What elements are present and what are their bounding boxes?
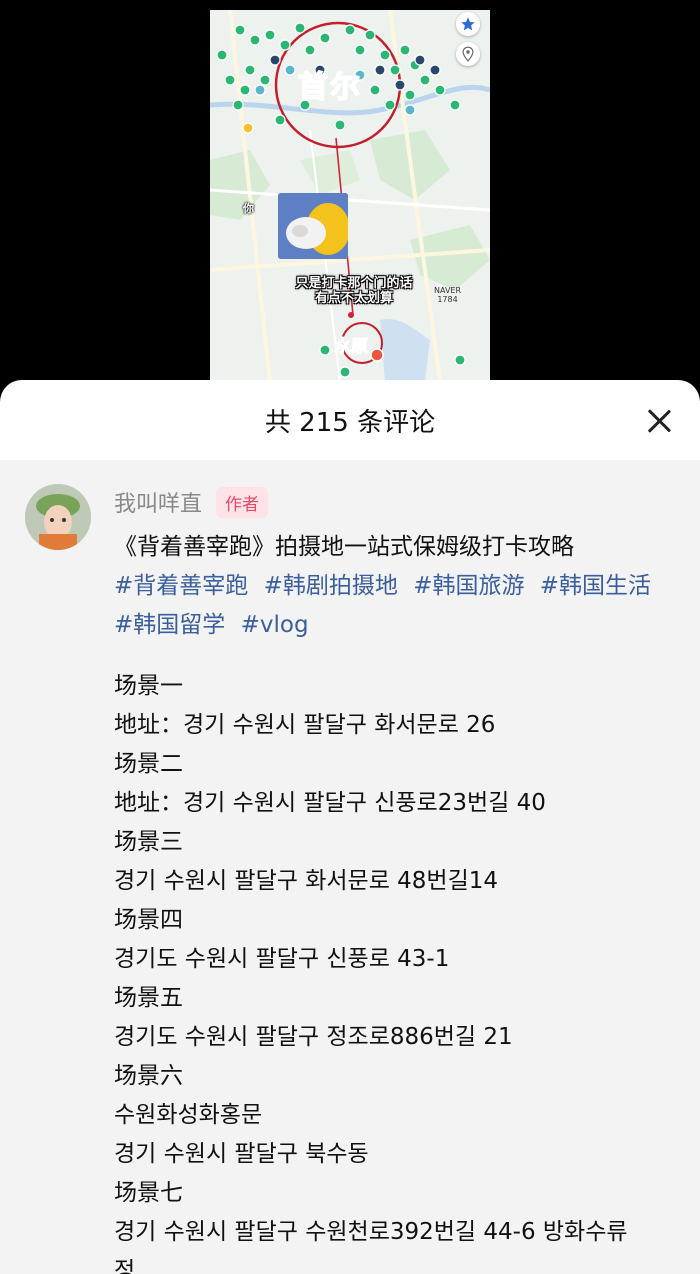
location-pin-button[interactable]: [456, 42, 480, 66]
caption-line-1: 只是打卡那个门的话: [295, 276, 413, 291]
hashtag-link[interactable]: #韩国留学: [114, 612, 225, 638]
scene-line: 수원화성화홍문: [114, 1102, 263, 1128]
scene-line: 场景五: [114, 985, 183, 1011]
close-button[interactable]: [646, 408, 672, 434]
scene-line: 地址：경기 수원시 팔달구 신풍로23번길 40: [114, 790, 546, 816]
scene-line: 경기 수원시 팔달구 북수동: [114, 1141, 369, 1167]
caption-line-2: 有点不太划算: [314, 291, 393, 306]
username[interactable]: 我叫咩直: [114, 486, 202, 518]
map-city-suwon-label: 水原: [334, 337, 369, 358]
hashtag-link[interactable]: #韩国生活: [540, 573, 651, 599]
scene-line: 场景二: [114, 751, 183, 777]
hashtag-link[interactable]: #韩国旅游: [413, 573, 524, 599]
scene-line: 场景六: [114, 1063, 183, 1089]
map-poi-label: NAVER 1784: [434, 286, 462, 304]
comment-body: 《背着善宰跑》拍摄地一站式保姆级打卡攻略 #背着善宰跑 #韩剧拍摄地 #韩国旅游…: [114, 528, 674, 1274]
favorite-star-button[interactable]: [456, 12, 480, 36]
pinned-author-comment[interactable]: 我叫咩直 作者 《背着善宰跑》拍摄地一站式保姆级打卡攻略 #背着善宰跑 #韩剧拍…: [0, 460, 700, 1274]
author-badge: 作者: [216, 486, 269, 518]
hashtag-link[interactable]: #韩剧拍摄地: [264, 573, 398, 599]
hashtag-link[interactable]: #vlog: [241, 612, 309, 638]
hashtag-list: #背着善宰跑 #韩剧拍摄地 #韩国旅游 #韩国生活 #韩国留学 #vlog: [114, 567, 674, 645]
comment-sheet: 共 215 条评论 我叫咩直 作者 《背着善宰跑》拍摄地一站式保姆级打卡攻略 #…: [0, 380, 700, 1274]
scene-line: 경기 수원시 팔달구 수원천로392번길 44-6 방화수류: [114, 1219, 628, 1245]
video-sticker-image: [278, 193, 348, 259]
scene-line: 정: [114, 1258, 136, 1274]
scene-line: 场景三: [114, 829, 183, 855]
scene-line: 경기도 수원시 팔달구 신풍로 43-1: [114, 946, 450, 972]
scene-line: 地址：경기 수원시 팔달구 화서문로 26: [114, 712, 496, 738]
scene-address-list: 场景一 地址：경기 수원시 팔달구 화서문로 26 场景二 地址：경기 수원시 …: [114, 667, 674, 1274]
scene-line: 경기 수원시 팔달구 화서문로 48번길14: [114, 868, 499, 894]
sticker-text: 你: [243, 202, 254, 215]
avatar[interactable]: [25, 484, 91, 550]
comment-intro: 《背着善宰跑》拍摄地一站式保姆级打卡攻略: [114, 534, 574, 560]
star-icon: [461, 17, 475, 31]
scene-line: 场景一: [114, 673, 183, 699]
scene-line: 경기도 수원시 팔달구 정조로886번길 21: [114, 1024, 513, 1050]
map-city-seoul-label: 首尔: [297, 69, 362, 106]
video-caption: 只是打卡那个门的话 有点不太划算: [274, 276, 434, 306]
comment-user-row: 我叫咩直 作者: [114, 486, 269, 518]
scene-line: 场景七: [114, 1180, 183, 1206]
location-pin-icon: [462, 46, 474, 62]
hashtag-link[interactable]: #背着善宰跑: [114, 573, 248, 599]
comment-sheet-header: 共 215 条评论: [0, 380, 700, 460]
scene-line: 场景四: [114, 907, 183, 933]
comment-count-title: 共 215 条评论: [264, 408, 436, 438]
video-player[interactable]: 首尔 水原 你 只是打卡那个门的话 有点不太划算 NAVER 1784: [210, 10, 490, 382]
